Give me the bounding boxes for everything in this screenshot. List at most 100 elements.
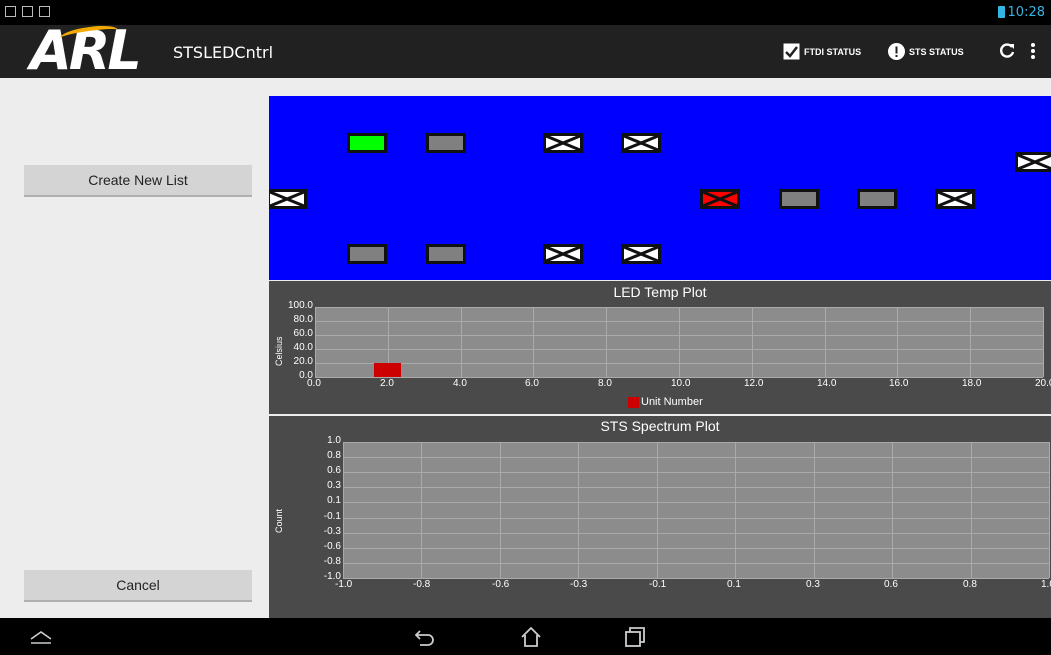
battery-icon: [998, 6, 1005, 18]
grid-line-vertical: [897, 307, 898, 377]
grid-line-vertical: [735, 442, 736, 578]
led-temp-legend: Unit Number: [628, 396, 703, 408]
sts-y-tick: -0.8: [323, 556, 341, 567]
led-unit-3[interactable]: [543, 133, 583, 153]
led-temp-y-tick: 80.0: [293, 314, 313, 325]
cancel-button[interactable]: Cancel: [24, 570, 252, 602]
led-temp-y-tick: 0.0: [299, 370, 313, 381]
more-vertical-icon: [1031, 43, 1035, 59]
led-panel: [269, 96, 1051, 280]
grid-line-horizontal: [343, 487, 1049, 488]
grid-line-horizontal: [315, 321, 1043, 322]
grid-line-horizontal: [315, 363, 1043, 364]
grid-line-vertical: [825, 307, 826, 377]
system-status-bar: 10:28: [0, 0, 1051, 25]
sts-y-tick: 0.6: [327, 465, 341, 476]
grid-line-vertical: [500, 442, 501, 578]
app-title: STSLEDCntrl: [173, 43, 274, 62]
clock: 10:28: [1007, 5, 1045, 20]
home-button[interactable]: [516, 618, 546, 655]
ftdi-status-label: FTDI STATUS: [804, 46, 862, 57]
alert-icon: [888, 43, 905, 60]
led-unit-5[interactable]: [269, 189, 307, 209]
image-notification-icon: [22, 6, 33, 17]
mail-notification-icon: [39, 6, 50, 17]
led-unit-11[interactable]: [347, 244, 387, 264]
grid-line-horizontal: [315, 307, 1043, 308]
led-unit-7[interactable]: [779, 189, 819, 209]
sts-y-tick: -0.1: [323, 511, 341, 522]
led-temp-x-tick: 4.0: [453, 378, 467, 389]
led-temp-x-tick: 8.0: [598, 378, 612, 389]
refresh-button[interactable]: [997, 41, 1017, 61]
led-unit-8[interactable]: [857, 189, 897, 209]
grid-line-vertical: [421, 442, 422, 578]
led-temp-y-tick: 100.0: [287, 300, 313, 311]
grid-line-horizontal: [343, 502, 1049, 503]
notification-icon: [5, 6, 16, 17]
sts-status-label: STS STATUS: [909, 46, 964, 57]
led-temp-x-tick: 10.0: [671, 378, 691, 389]
led-unit-13[interactable]: [543, 244, 583, 264]
grid-line-vertical: [679, 307, 680, 377]
sts-spectrum-plot-area: [343, 442, 1050, 579]
sts-x-tick: 0.8: [963, 579, 977, 590]
led-temp-x-tick: 16.0: [889, 378, 909, 389]
navigation-bar: [0, 618, 1051, 655]
refresh-icon: [1000, 43, 1015, 58]
grid-line-vertical: [343, 442, 344, 578]
sts-x-tick: 1.0: [1041, 579, 1051, 590]
grid-line-vertical: [461, 307, 462, 377]
sts-x-tick: 0.6: [884, 579, 898, 590]
grid-line-vertical: [892, 442, 893, 578]
grid-line-horizontal: [315, 335, 1043, 336]
ftdi-status-button[interactable]: FTDI STATUS: [783, 43, 861, 60]
led-unit-6[interactable]: [700, 189, 740, 209]
led-unit-14[interactable]: [621, 244, 661, 264]
grid-line-horizontal: [343, 533, 1049, 534]
sts-x-tick: 0.3: [806, 579, 820, 590]
grid-line-horizontal: [315, 349, 1043, 350]
led-unit-1[interactable]: [347, 133, 387, 153]
led-temp-plot-title: LED Temp Plot: [613, 284, 707, 300]
grid-line-vertical: [606, 307, 607, 377]
grid-line-vertical: [657, 442, 658, 578]
grid-line-vertical: [752, 307, 753, 377]
led-temp-x-tick: 2.0: [380, 378, 394, 389]
sts-y-tick: -1.0: [323, 571, 341, 582]
led-temp-plot-area: [315, 307, 1044, 378]
grid-line-horizontal: [343, 457, 1049, 458]
led-temp-y-tick: 60.0: [293, 328, 313, 339]
grid-line-horizontal: [343, 518, 1049, 519]
grid-line-vertical: [971, 442, 972, 578]
sts-y-tick: 0.3: [327, 480, 341, 491]
keyboard-hide-button[interactable]: [26, 618, 56, 655]
led-temp-plot: LED Temp Plot Celsius Unit Number 0.0 2.0…: [269, 281, 1051, 414]
led-temp-x-tick: 6.0: [525, 378, 539, 389]
sts-y-tick: -0.3: [323, 526, 341, 537]
action-bar: ARL STSLEDCntrl FTDI STATUS STS STATUS: [0, 21, 1051, 81]
back-button[interactable]: [410, 618, 440, 655]
led-temp-x-tick: 20.0: [1035, 378, 1051, 389]
led-unit-4[interactable]: [621, 133, 661, 153]
recent-apps-icon: [625, 626, 645, 647]
grid-line-vertical: [1043, 307, 1044, 377]
overflow-menu-button[interactable]: [1030, 41, 1036, 61]
led-unit-10[interactable]: [1015, 152, 1051, 172]
grid-line-horizontal: [343, 472, 1049, 473]
grid-line-horizontal: [343, 442, 1049, 443]
led-unit-2[interactable]: [426, 133, 466, 153]
sts-x-tick: -0.1: [649, 579, 667, 590]
grid-line-vertical: [970, 307, 971, 377]
led-unit-12[interactable]: [426, 244, 466, 264]
led-temp-ylabel: Celsius: [274, 336, 284, 366]
recent-apps-button[interactable]: [620, 618, 650, 655]
sts-status-button[interactable]: STS STATUS: [888, 43, 964, 60]
keyboard-hide-icon: [30, 630, 52, 644]
home-icon: [521, 626, 541, 647]
led-unit-9[interactable]: [935, 189, 975, 209]
legend-label: Unit Number: [641, 396, 703, 408]
sts-x-tick: -0.8: [413, 579, 431, 590]
sts-x-tick: 0.1: [727, 579, 741, 590]
create-new-list-button[interactable]: Create New List: [24, 165, 252, 197]
